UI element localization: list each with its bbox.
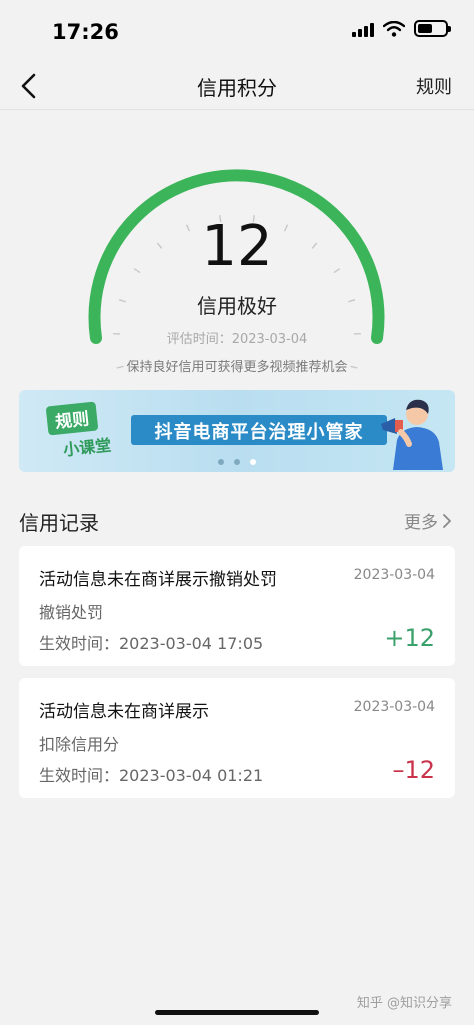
record-score-change: +12: [384, 624, 435, 652]
carousel-dot-active[interactable]: [250, 459, 256, 465]
cellular-signal-icon: [352, 21, 374, 37]
record-type: 撤销处罚: [39, 603, 104, 622]
carousel-dot[interactable]: [234, 459, 240, 465]
credit-hint: 保持良好信用可获得更多视频推荐机会: [126, 360, 348, 375]
home-indicator: [155, 1010, 319, 1015]
record-card[interactable]: 活动信息未在商详展示 2023-03-04 扣除信用分 生效时间：2023-03…: [19, 678, 455, 798]
status-icons: [352, 20, 451, 37]
more-label: 更多: [404, 513, 438, 533]
credit-score: 12: [201, 214, 273, 279]
banner-badge-sub: 小课堂: [62, 435, 113, 460]
battery-icon: [414, 20, 451, 37]
status-bar: 17:26: [0, 0, 474, 62]
status-time: 17:26: [52, 20, 119, 44]
watermark: 知乎 @知识分享: [356, 996, 452, 1011]
page-title: 信用积分: [197, 76, 277, 100]
record-type: 扣除信用分: [39, 735, 120, 754]
records-section-title: 信用记录: [19, 511, 99, 535]
promo-banner[interactable]: 规则 小课堂 抖音电商平台治理小管家: [19, 390, 455, 472]
record-effective-time: 生效时间：2023-03-04 17:05: [39, 634, 264, 653]
chevron-right-icon: [443, 513, 451, 528]
carousel-dot[interactable]: [218, 459, 224, 465]
credit-level: 信用极好: [197, 294, 277, 318]
rules-link[interactable]: 规则: [416, 73, 452, 99]
evaluation-date: 评估时间：2023-03-04: [166, 332, 308, 347]
record-title: 活动信息未在商详展示: [39, 702, 209, 722]
record-date: 2023-03-04: [353, 567, 435, 583]
credit-gauge: 12 信用极好 评估时间：2023-03-04 保持良好信用可获得更多视频推荐机…: [0, 110, 474, 380]
record-date: 2023-03-04: [353, 699, 435, 715]
more-records-link[interactable]: 更多: [404, 508, 452, 533]
nav-bar: 信用积分 规则: [0, 62, 474, 110]
record-title: 活动信息未在商详展示撤销处罚: [39, 570, 277, 590]
banner-title: 抖音电商平台治理小管家: [154, 422, 364, 443]
record-score-change: –12: [392, 756, 435, 784]
carousel-dots: [19, 459, 455, 465]
banner-badge-top: 规则: [45, 401, 99, 436]
banner-badge: 规则 小课堂: [29, 398, 125, 462]
record-effective-time: 生效时间：2023-03-04 01:21: [39, 766, 264, 785]
record-card[interactable]: 活动信息未在商详展示撤销处罚 2023-03-04 撤销处罚 生效时间：2023…: [19, 546, 455, 666]
wifi-icon: [383, 20, 405, 37]
